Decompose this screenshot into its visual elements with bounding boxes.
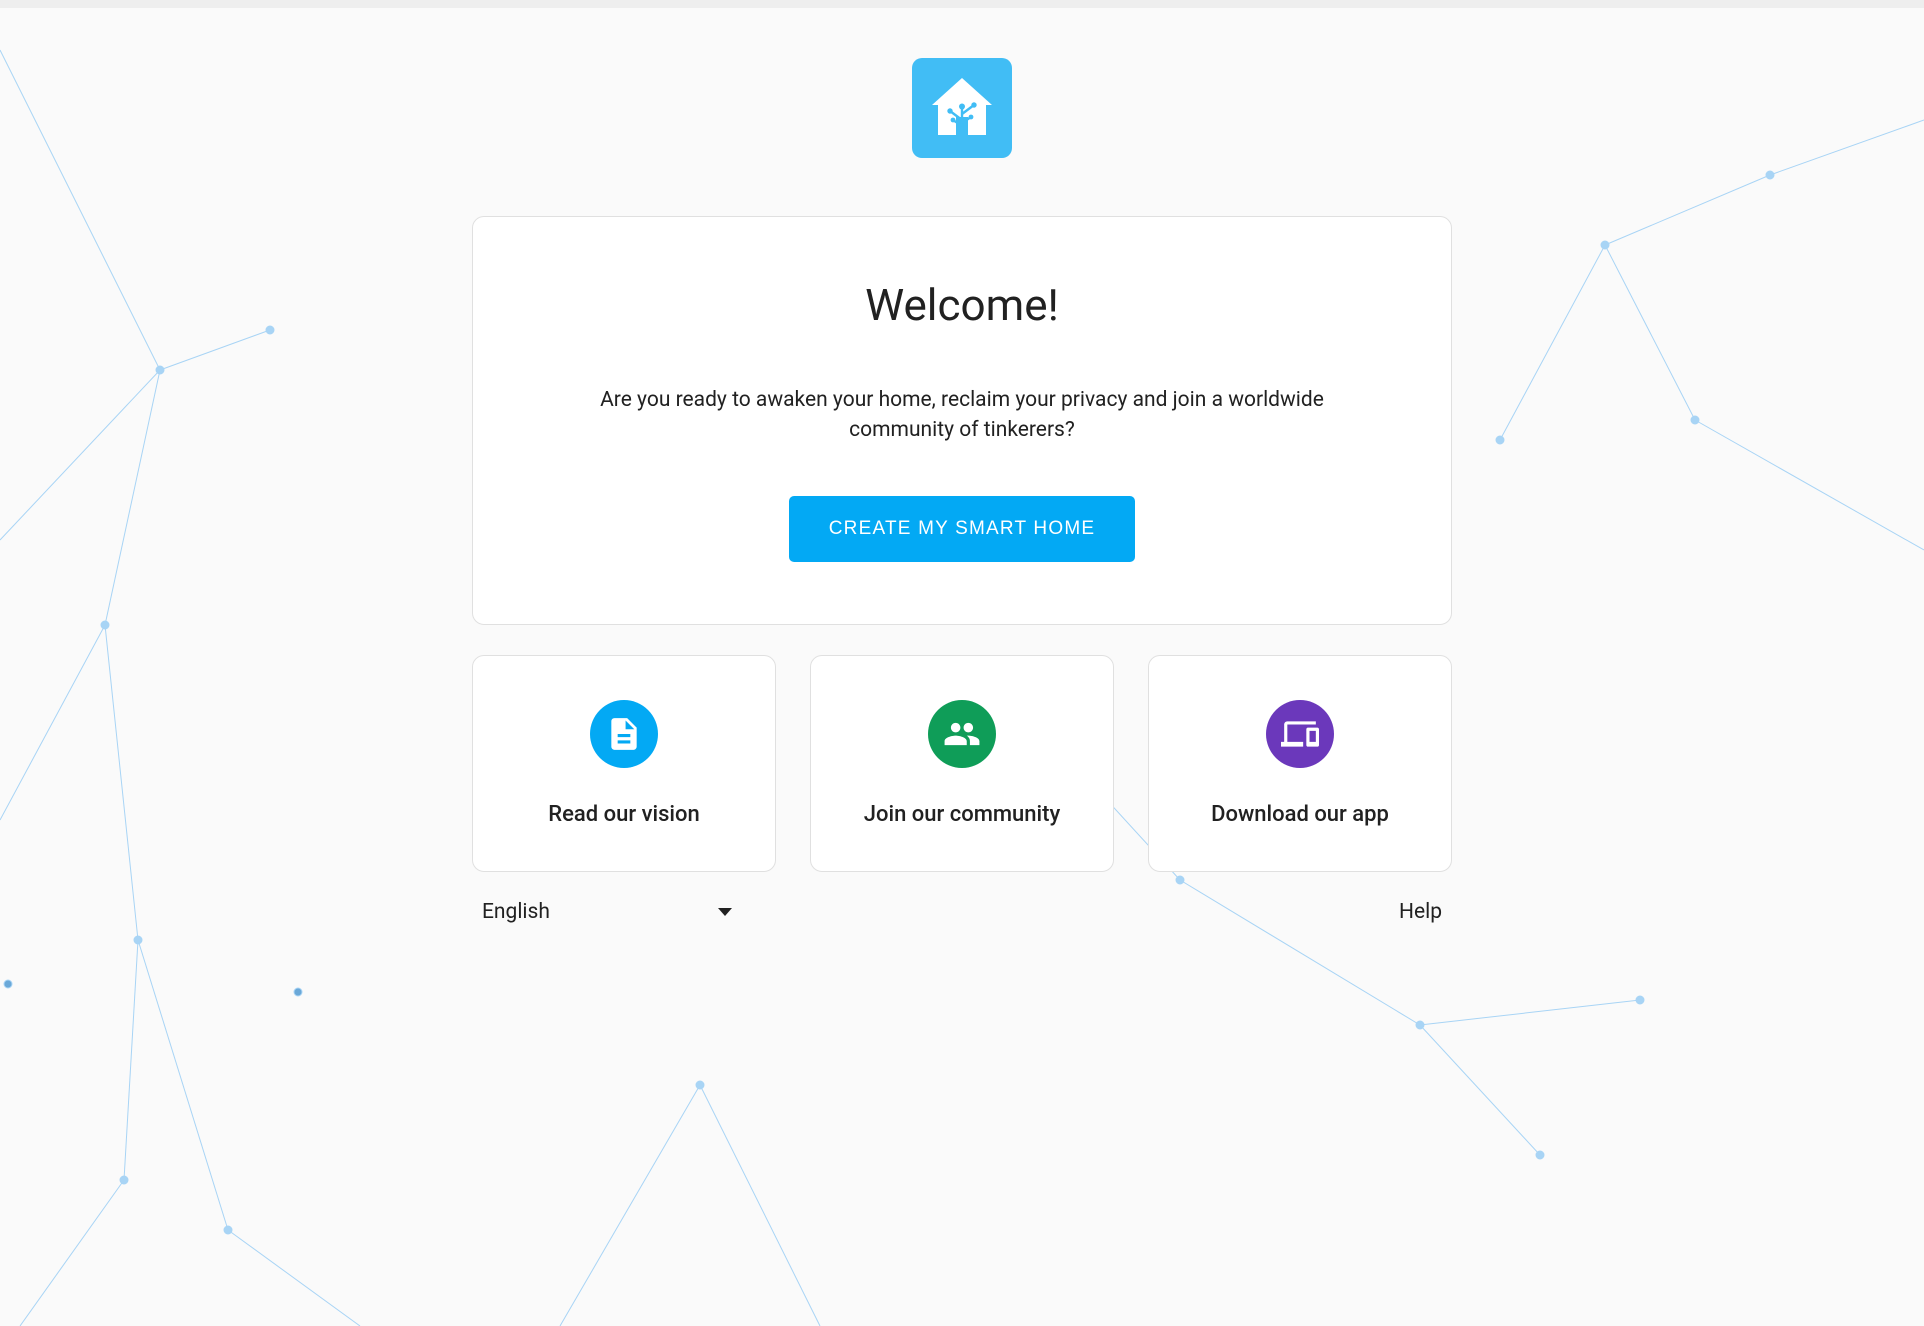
dropdown-arrow-icon (718, 908, 732, 916)
vision-card[interactable]: Read our vision (472, 655, 776, 872)
top-bar (0, 0, 1924, 8)
document-icon (590, 700, 658, 768)
welcome-title: Welcome! (523, 279, 1401, 331)
community-card[interactable]: Join our community (810, 655, 1114, 872)
language-select-value: English (482, 900, 550, 924)
info-cards-row: Read our vision Join our community Downl… (472, 655, 1452, 872)
language-select[interactable]: English (482, 900, 732, 924)
community-card-label: Join our community (831, 802, 1093, 827)
welcome-card: Welcome! Are you ready to awaken your ho… (472, 216, 1452, 625)
app-logo (912, 58, 1012, 158)
footer-row: English Help (472, 900, 1452, 924)
users-icon (928, 700, 996, 768)
devices-icon (1266, 700, 1334, 768)
home-assistant-logo-icon (926, 72, 998, 144)
app-card-label: Download our app (1169, 802, 1431, 827)
app-card[interactable]: Download our app (1148, 655, 1452, 872)
create-smart-home-button[interactable]: CREATE MY SMART HOME (789, 496, 1135, 562)
vision-card-label: Read our vision (493, 802, 755, 827)
welcome-description: Are you ready to awaken your home, recla… (523, 385, 1401, 446)
help-link[interactable]: Help (1399, 900, 1442, 924)
